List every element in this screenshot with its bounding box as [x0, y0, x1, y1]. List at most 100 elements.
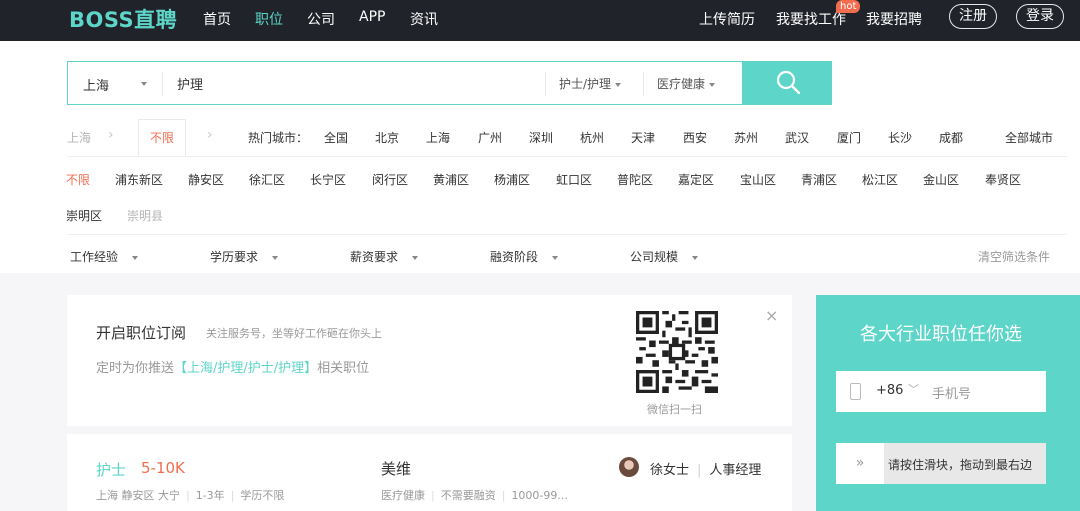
country-code-select[interactable]: +86: [876, 383, 903, 398]
district-unlimited[interactable]: 不限: [66, 171, 90, 188]
company-name[interactable]: 美维: [381, 458, 411, 479]
industry-select[interactable]: 医疗健康: [657, 75, 715, 92]
chevron-down-icon: [272, 255, 279, 260]
side-panel-title: 各大行业职位任你选: [860, 324, 1022, 345]
city-xian[interactable]: 西安: [683, 129, 707, 146]
city-guangzhou[interactable]: 广州: [478, 129, 502, 146]
current-city[interactable]: 上海: [67, 129, 91, 146]
city-tianjin[interactable]: 天津: [631, 129, 655, 146]
job-location: 上海 静安区 大宁: [96, 489, 180, 502]
city-changsha[interactable]: 长沙: [888, 129, 912, 146]
subscription-title: 开启职位订阅: [96, 324, 187, 342]
nav-jobs[interactable]: 职位: [255, 9, 283, 29]
district-item[interactable]: 黄浦区: [433, 171, 469, 188]
company-size-dropdown[interactable]: 公司规模: [630, 248, 699, 265]
search-input[interactable]: [177, 71, 537, 95]
district-item[interactable]: 虹口区: [556, 171, 592, 188]
experience-label: 工作经验: [70, 250, 119, 264]
company-meta: 医疗健康 | 不需要融资 | 1000-99...: [381, 489, 568, 502]
chevron-down-icon: [692, 255, 699, 260]
company-size-label: 公司规模: [630, 250, 679, 264]
district-item[interactable]: 崇明县: [127, 207, 163, 224]
district-item[interactable]: 静安区: [188, 171, 224, 188]
company-size: 1000-99...: [511, 489, 568, 502]
city-select[interactable]: 上海: [83, 75, 109, 94]
city-hangzhou[interactable]: 杭州: [580, 129, 604, 146]
all-cities-link[interactable]: 全部城市: [1005, 129, 1053, 146]
login-button[interactable]: 登录: [1016, 4, 1064, 29]
city-beijing[interactable]: 北京: [375, 129, 399, 146]
chevron-down-icon: ﹀: [908, 383, 919, 396]
upload-resume-link[interactable]: 上传简历: [699, 9, 755, 29]
city-wuhan[interactable]: 武汉: [785, 129, 809, 146]
job-list-item[interactable]: 护士 5-10K 上海 静安区 大宁 | 1-3年 | 学历不限 美维 医疗健康 | 不需要…: [67, 434, 792, 511]
divider: [162, 72, 163, 96]
funding-dropdown[interactable]: 融资阶段: [490, 248, 559, 265]
education-dropdown[interactable]: 学历要求: [210, 248, 279, 265]
city-xiamen[interactable]: 厦门: [837, 129, 861, 146]
chevron-down-icon: [412, 255, 419, 260]
register-button[interactable]: 注册: [949, 4, 997, 29]
category-label: 护士/护理: [559, 77, 612, 91]
recruiter-info: 徐女士 | 人事经理: [650, 463, 762, 478]
clear-filters-link[interactable]: 清空筛选条件: [978, 248, 1050, 265]
district-item[interactable]: 浦东新区: [115, 171, 163, 188]
subscription-push-text: 定时为你推送【上海/护理/护士/护理】相关职位: [96, 357, 369, 376]
job-salary: 5-10K: [141, 459, 185, 477]
nav-home[interactable]: 首页: [203, 9, 231, 29]
district-item[interactable]: 杨浦区: [494, 171, 530, 188]
slider-instruction: 请按住滑块，拖动到最右边: [888, 458, 1033, 472]
district-item[interactable]: 嘉定区: [678, 171, 714, 188]
phone-icon: [850, 383, 861, 400]
search-icon: [776, 70, 800, 94]
recruiter-title: 人事经理: [709, 463, 762, 478]
top-nav: BOSS直聘 首页 职位 公司 APP 资讯 上传简历 我要找工作 hot 我要…: [0, 0, 1080, 41]
search-button[interactable]: [743, 61, 832, 105]
slider-captcha: » 请按住滑块，拖动到最右边: [836, 443, 1046, 484]
chevron-right-icon: ›: [108, 127, 114, 143]
district-item[interactable]: 松江区: [862, 171, 898, 188]
company-industry: 医疗健康: [381, 489, 425, 502]
city-suzhou[interactable]: 苏州: [734, 129, 758, 146]
company-funding: 不需要融资: [440, 489, 496, 502]
district-item[interactable]: 徐汇区: [249, 171, 285, 188]
city-shenzhen[interactable]: 深圳: [529, 129, 553, 146]
district-item[interactable]: 闵行区: [372, 171, 408, 188]
push-prefix: 定时为你推送: [96, 361, 175, 376]
city-chengdu[interactable]: 成都: [939, 129, 963, 146]
nav-app[interactable]: APP: [359, 9, 385, 25]
district-item[interactable]: 奉贤区: [985, 171, 1021, 188]
boss-logo[interactable]: BOSS直聘: [69, 4, 177, 34]
salary-label: 薪资要求: [350, 250, 399, 264]
hot-cities-label: 热门城市：: [248, 131, 309, 145]
district-item[interactable]: 金山区: [923, 171, 959, 188]
district-item[interactable]: 长宁区: [310, 171, 346, 188]
city-shanghai[interactable]: 上海: [426, 129, 450, 146]
district-item[interactable]: 宝山区: [740, 171, 776, 188]
chevron-down-icon: [132, 255, 139, 260]
search-bar: 上海 护士/护理 医疗健康: [67, 61, 743, 105]
job-title[interactable]: 护士: [96, 459, 126, 480]
hot-badge: hot: [836, 0, 861, 13]
qr-caption: 微信扫一扫: [647, 403, 702, 416]
salary-dropdown[interactable]: 薪资要求: [350, 248, 419, 265]
job-education: 学历不限: [240, 489, 285, 502]
divider: [67, 234, 1067, 235]
experience-dropdown[interactable]: 工作经验: [70, 248, 139, 265]
slider-handle[interactable]: »: [836, 443, 884, 484]
nav-companies[interactable]: 公司: [307, 9, 335, 29]
category-select[interactable]: 护士/护理: [559, 75, 621, 92]
close-icon[interactable]: ×: [765, 306, 778, 325]
district-item[interactable]: 青浦区: [801, 171, 837, 188]
push-highlight: 【上海/护理/护士/护理】: [174, 361, 318, 376]
phone-input[interactable]: 手机号: [932, 383, 971, 402]
city-unlimited[interactable]: 不限: [150, 129, 174, 146]
district-item[interactable]: 普陀区: [617, 171, 653, 188]
signup-side-panel: 各大行业职位任你选 +86 ﹀ 手机号 » 请按住滑块，拖动到最右边: [816, 295, 1080, 511]
city-quanguo[interactable]: 全国: [324, 129, 348, 146]
job-meta: 上海 静安区 大宁 | 1-3年 | 学历不限: [96, 489, 285, 502]
nav-news[interactable]: 资讯: [410, 9, 438, 29]
job-subscription-card: 开启职位订阅 关注服务号，坐等好工作砸在你头上 定时为你推送【上海/护理/护士/…: [67, 295, 792, 426]
hire-link[interactable]: 我要招聘: [866, 9, 922, 29]
district-item[interactable]: 崇明区: [66, 207, 102, 224]
